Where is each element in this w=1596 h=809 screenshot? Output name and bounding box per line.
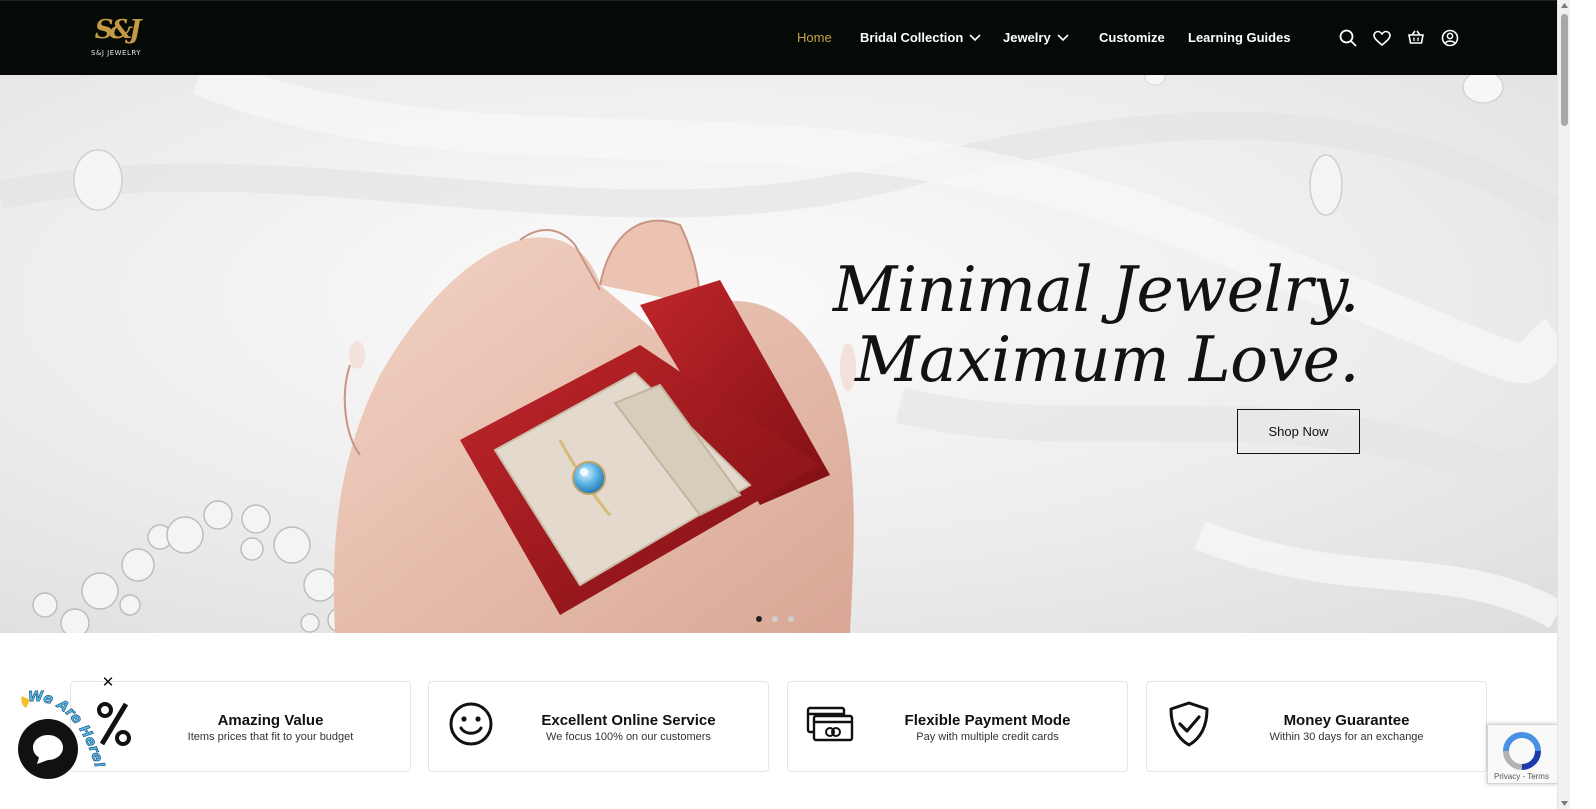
feature-title: Excellent Online Service bbox=[541, 712, 716, 729]
slider-dot-2[interactable] bbox=[772, 616, 778, 622]
slider-dots bbox=[756, 616, 794, 622]
close-icon[interactable]: ✕ bbox=[101, 675, 115, 690]
chat-button[interactable] bbox=[18, 719, 78, 779]
recaptcha-badge[interactable]: Privacy - Terms bbox=[1487, 724, 1557, 784]
shield-check-icon bbox=[1169, 701, 1209, 747]
chat-bubble-icon bbox=[33, 735, 63, 764]
chevron-down-icon bbox=[969, 33, 981, 41]
feature-title: Amazing Value bbox=[217, 712, 324, 729]
nav-bridal-collection[interactable]: Bridal Collection bbox=[860, 30, 981, 45]
logo-mark: S&J bbox=[94, 15, 142, 45]
scroll-down-icon[interactable] bbox=[1560, 799, 1569, 807]
feature-desc: Items prices that fit to your budget bbox=[187, 731, 354, 743]
chevron-down-icon bbox=[1057, 33, 1069, 41]
page-edge bbox=[1570, 0, 1596, 809]
feature-desc: We focus 100% on our customers bbox=[546, 731, 711, 743]
slider-dot-3[interactable] bbox=[788, 616, 794, 622]
hero-headline: Minimal Jewelry. Maximum Love. bbox=[832, 253, 1360, 396]
nav-guides-label: Learning Guides bbox=[1188, 30, 1291, 45]
shop-now-button[interactable]: Shop Now bbox=[1237, 409, 1360, 454]
page-scrollbar[interactable] bbox=[1557, 0, 1570, 809]
nav-home[interactable]: Home bbox=[797, 30, 832, 45]
nav-customize[interactable]: Customize bbox=[1099, 30, 1165, 45]
hero-line-2: Maximum Love. bbox=[855, 323, 1360, 396]
feature-desc: Pay with multiple credit cards bbox=[916, 731, 1059, 743]
nav-learning-guides[interactable]: Learning Guides bbox=[1188, 30, 1291, 45]
search-icon[interactable] bbox=[1338, 28, 1358, 48]
percent-icon bbox=[97, 702, 131, 746]
top-navbar: S&J S&J JEWELRY Home Bridal Collection J… bbox=[0, 0, 1557, 75]
nav-bridal-label: Bridal Collection bbox=[860, 30, 964, 45]
slider-dot-1[interactable] bbox=[756, 616, 762, 622]
hero-line-1: Minimal Jewelry. bbox=[832, 253, 1360, 326]
nav-home-label: Home bbox=[797, 30, 832, 45]
feature-card-online-service: Excellent Online Service We focus 100% o… bbox=[428, 681, 769, 772]
smiley-icon bbox=[449, 702, 493, 746]
nav-jewelry-label: Jewelry bbox=[1003, 30, 1051, 45]
feature-desc: Within 30 days for an exchange bbox=[1269, 731, 1424, 743]
cart-basket-icon[interactable] bbox=[1406, 28, 1426, 48]
nav-jewelry[interactable]: Jewelry bbox=[1003, 30, 1069, 45]
feature-title: Flexible Payment Mode bbox=[904, 712, 1071, 729]
recaptcha-links[interactable]: Privacy - Terms bbox=[1494, 772, 1549, 781]
feature-card-money-guarantee: Money Guarantee Within 30 days for an ex… bbox=[1146, 681, 1487, 772]
feature-title: Money Guarantee bbox=[1283, 712, 1410, 729]
account-user-icon[interactable] bbox=[1440, 28, 1460, 48]
hero-slider: Minimal Jewelry. Maximum Love. Shop Now bbox=[0, 75, 1557, 633]
brand-logo[interactable]: S&J S&J JEWELRY bbox=[86, 15, 146, 61]
credit-cards-icon bbox=[806, 706, 854, 742]
scroll-up-icon[interactable] bbox=[1560, 2, 1569, 10]
logo-text: S&J JEWELRY bbox=[90, 49, 142, 57]
recaptcha-icon bbox=[1503, 732, 1541, 770]
wishlist-heart-icon[interactable] bbox=[1372, 29, 1392, 49]
scroll-thumb[interactable] bbox=[1561, 14, 1568, 126]
feature-card-flexible-payment: Flexible Payment Mode Pay with multiple … bbox=[787, 681, 1128, 772]
nav-customize-label: Customize bbox=[1099, 30, 1165, 45]
